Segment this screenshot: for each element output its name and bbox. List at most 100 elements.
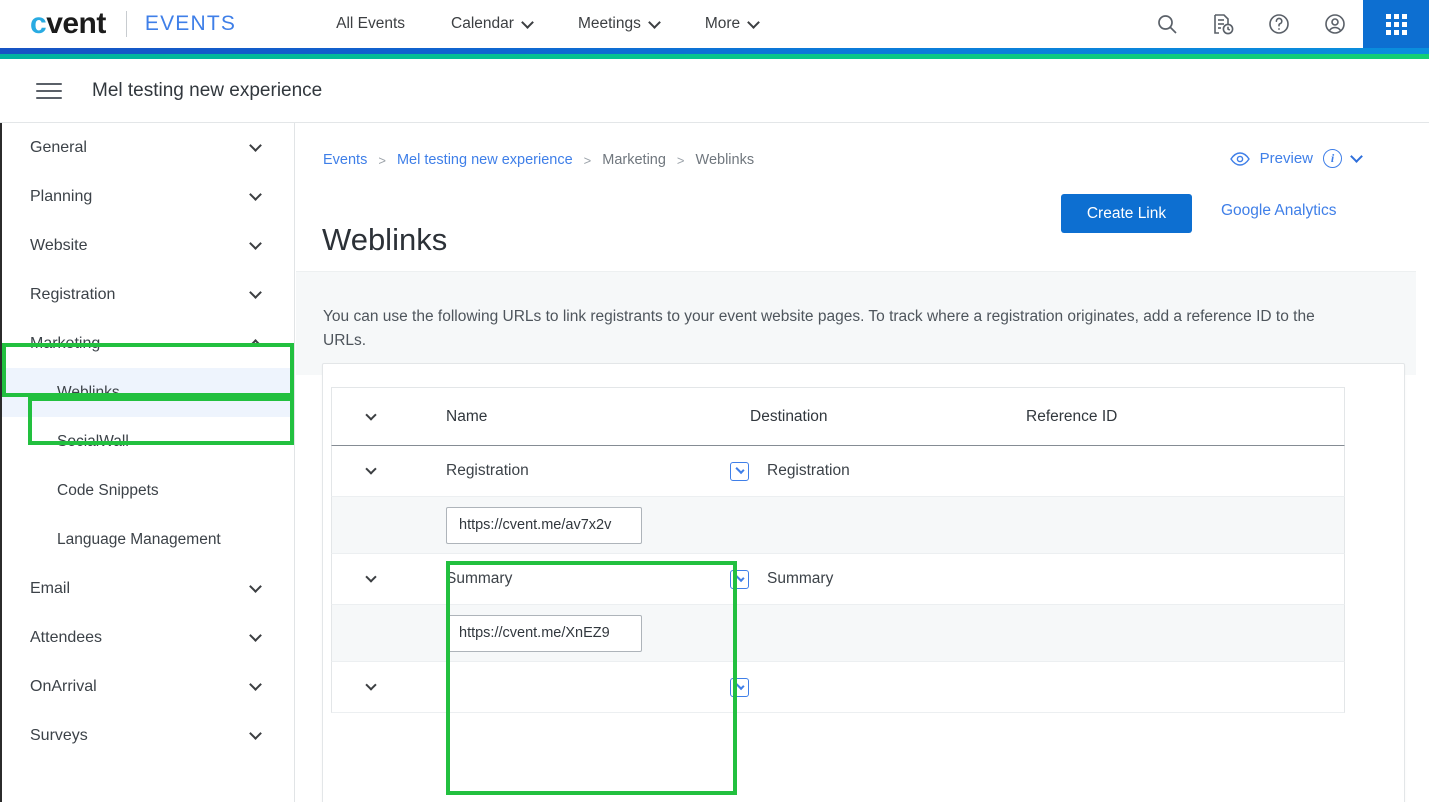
event-sidebar-nav: General Planning Website Registration Ma… bbox=[0, 123, 295, 802]
nav-item-more[interactable]: More bbox=[705, 15, 761, 33]
sidebar-item-label: OnArrival bbox=[30, 677, 97, 695]
sidebar-item-email[interactable]: Email bbox=[2, 564, 294, 613]
sidebar-item-label: Attendees bbox=[30, 628, 103, 646]
chevron-down-icon bbox=[747, 15, 761, 29]
breadcrumb-item-marketing: Marketing bbox=[602, 152, 666, 168]
sidebar-item-label: Language Management bbox=[57, 530, 221, 548]
table-row[interactable] bbox=[331, 662, 1345, 713]
breadcrumb-item-weblinks: Weblinks bbox=[695, 152, 755, 168]
event-title: Mel testing new experience bbox=[92, 79, 323, 101]
cell-destination-label: Summary bbox=[767, 570, 834, 587]
sidebar-item-marketing[interactable]: Marketing bbox=[2, 319, 294, 368]
sidebar-item-label: General bbox=[30, 138, 87, 156]
sidebar-item-label: Marketing bbox=[30, 334, 101, 352]
checkbox-checked-icon[interactable] bbox=[730, 461, 749, 481]
cell-destination-label: Registration bbox=[767, 462, 850, 479]
row-expand-toggle[interactable] bbox=[332, 679, 410, 693]
logo-divider bbox=[125, 11, 127, 37]
chevron-down-icon bbox=[249, 727, 262, 740]
header-actions: Preview i bbox=[1229, 149, 1363, 168]
info-banner-text: You can use the following URLs to link r… bbox=[323, 308, 1315, 350]
sidebar-item-attendees[interactable]: Attendees bbox=[2, 613, 294, 662]
help-circle-icon[interactable] bbox=[1251, 0, 1307, 48]
table-row-url: https://cvent.me/av7x2v bbox=[331, 497, 1345, 554]
sidebar-item-label: Email bbox=[30, 579, 71, 597]
content-scrollbar[interactable] bbox=[1416, 123, 1429, 802]
breadcrumb-separator: > bbox=[378, 152, 386, 168]
chevron-down-icon bbox=[365, 463, 377, 475]
row-expand-toggle[interactable] bbox=[332, 571, 410, 585]
sidebar-item-socialwall[interactable]: SocialWall bbox=[2, 417, 294, 466]
column-header-reference-id[interactable]: Reference ID bbox=[986, 408, 1344, 426]
url-value: https://cvent.me/av7x2v bbox=[459, 517, 612, 533]
search-icon[interactable] bbox=[1139, 0, 1195, 48]
global-top-nav: cvent EVENTS All Events Calendar Meeting… bbox=[0, 0, 1429, 48]
create-link-button[interactable]: Create Link bbox=[1061, 194, 1192, 233]
hamburger-icon[interactable] bbox=[36, 78, 62, 104]
url-input-summary[interactable]: https://cvent.me/XnEZ9 bbox=[446, 614, 642, 652]
cvent-logo[interactable]: cvent EVENTS bbox=[30, 9, 236, 39]
sidebar-item-code-snippets[interactable]: Code Snippets bbox=[2, 466, 294, 515]
nav-item-all-events[interactable]: All Events bbox=[336, 15, 405, 33]
cell-destination: Registration bbox=[710, 461, 986, 481]
chevron-up-icon bbox=[249, 339, 262, 352]
nav-item-calendar[interactable]: Calendar bbox=[451, 15, 534, 33]
sidebar-item-label: Website bbox=[30, 236, 88, 254]
breadcrumb-separator: > bbox=[583, 152, 592, 168]
sidebar-item-registration[interactable]: Registration bbox=[2, 270, 294, 319]
breadcrumb: Events > Mel testing new experience > Ma… bbox=[323, 152, 754, 168]
chevron-down-icon bbox=[249, 188, 262, 201]
nav-item-label: Meetings bbox=[577, 15, 641, 32]
sidebar-item-surveys[interactable]: Surveys bbox=[2, 711, 294, 760]
chevron-down-icon bbox=[249, 237, 262, 250]
logo-letters-vent: vent bbox=[46, 7, 106, 40]
sidebar-item-label: Planning bbox=[30, 187, 93, 205]
chevron-down-icon bbox=[249, 678, 262, 691]
table-row[interactable]: Registration Registration bbox=[331, 446, 1345, 497]
expand-all-cell bbox=[332, 408, 410, 423]
sidebar-item-weblinks[interactable]: Weblinks bbox=[2, 368, 294, 417]
account-circle-icon[interactable] bbox=[1307, 0, 1363, 48]
top-nav-actions bbox=[1139, 0, 1429, 48]
sidebar-item-language-management[interactable]: Language Management bbox=[2, 515, 294, 564]
eye-icon[interactable] bbox=[1229, 151, 1250, 166]
sidebar-item-onarrival[interactable]: OnArrival bbox=[2, 662, 294, 711]
chevron-down-icon[interactable] bbox=[1350, 150, 1363, 163]
main-content: Events > Mel testing new experience > Ma… bbox=[296, 123, 1429, 802]
document-clock-icon[interactable] bbox=[1195, 0, 1251, 48]
chevron-down-icon bbox=[365, 679, 377, 691]
top-nav-items: All Events Calendar Meetings More bbox=[336, 15, 761, 33]
logo-wordmark: cvent bbox=[30, 9, 106, 39]
chevron-down-icon bbox=[521, 15, 534, 29]
table-header-row: Name Destination Reference ID bbox=[331, 387, 1345, 446]
preview-button[interactable]: Preview bbox=[1260, 150, 1313, 167]
table-row-url: https://cvent.me/XnEZ9 bbox=[331, 605, 1345, 662]
info-banner: You can use the following URLs to link r… bbox=[296, 271, 1429, 375]
breadcrumb-item-events[interactable]: Events bbox=[323, 152, 367, 168]
google-analytics-link[interactable]: Google Analytics bbox=[1221, 202, 1336, 220]
cell-destination: Summary bbox=[710, 569, 986, 589]
sidebar-item-general[interactable]: General bbox=[2, 123, 294, 172]
chevron-down-icon bbox=[249, 139, 262, 152]
column-header-name[interactable]: Name bbox=[410, 408, 710, 426]
chevron-down-icon[interactable] bbox=[365, 408, 377, 421]
sidebar-item-label: Surveys bbox=[30, 726, 88, 744]
logo-letter-c: c bbox=[30, 7, 47, 40]
chevron-down-icon bbox=[365, 571, 377, 583]
nav-item-label: All Events bbox=[336, 15, 406, 32]
sidebar-item-website[interactable]: Website bbox=[2, 221, 294, 270]
checkbox-checked-icon[interactable] bbox=[730, 677, 749, 697]
checkbox-checked-icon[interactable] bbox=[730, 569, 749, 589]
breadcrumb-item-event[interactable]: Mel testing new experience bbox=[397, 152, 573, 168]
sidebar-item-planning[interactable]: Planning bbox=[2, 172, 294, 221]
url-value: https://cvent.me/XnEZ9 bbox=[459, 625, 610, 641]
column-header-destination[interactable]: Destination bbox=[710, 408, 986, 426]
table-row[interactable]: Summary Summary bbox=[331, 554, 1345, 605]
sidebar-item-label: SocialWall bbox=[57, 432, 129, 450]
sidebar-item-label: Weblinks bbox=[57, 383, 120, 401]
app-grid-icon[interactable] bbox=[1363, 0, 1429, 48]
row-expand-toggle[interactable] bbox=[332, 463, 410, 477]
nav-item-meetings[interactable]: Meetings bbox=[577, 15, 661, 33]
info-circle-icon[interactable]: i bbox=[1323, 149, 1342, 168]
url-input-registration[interactable]: https://cvent.me/av7x2v bbox=[446, 506, 642, 544]
